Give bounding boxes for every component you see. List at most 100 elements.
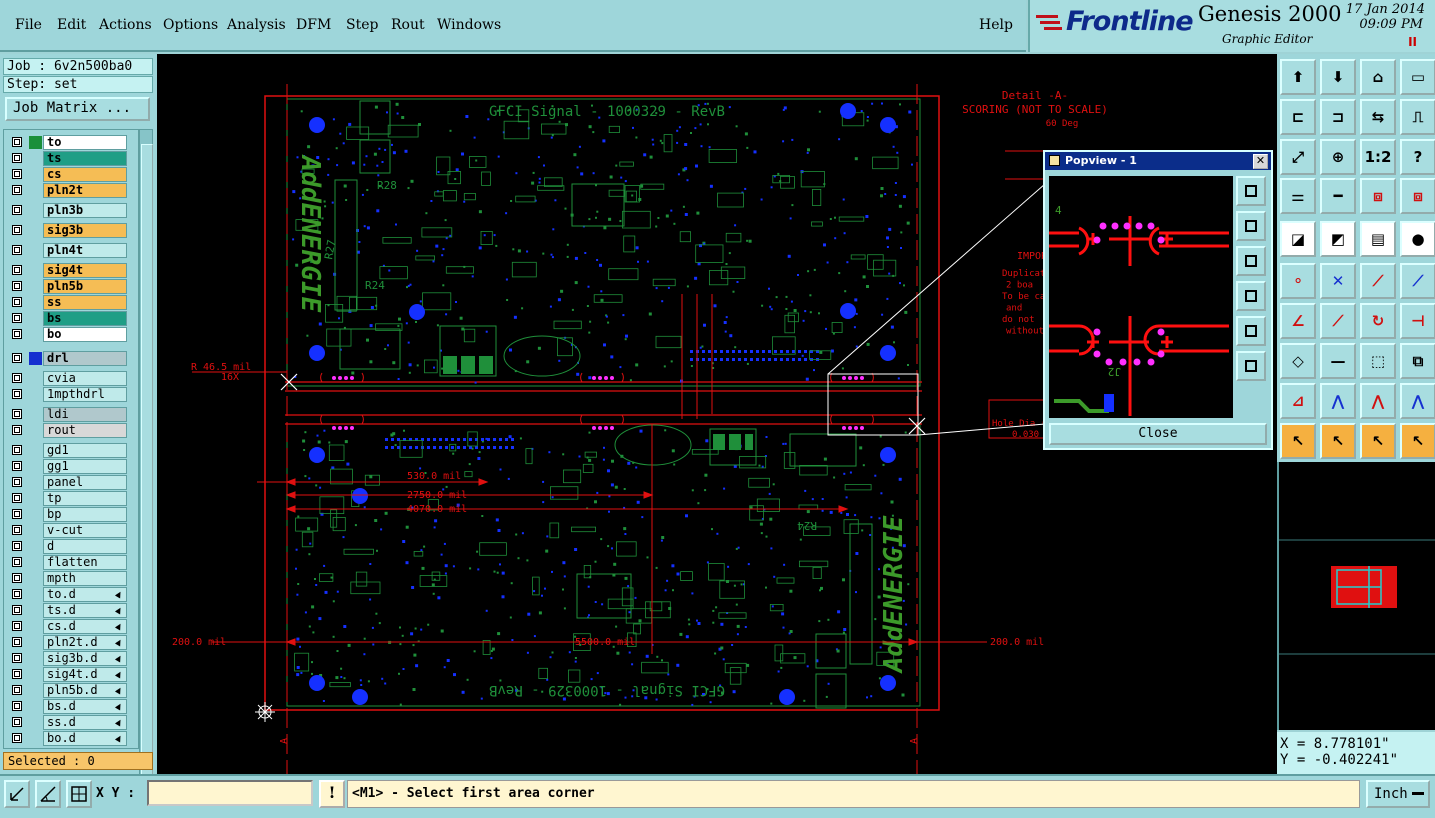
toolbar-button-26[interactable]: ⟋ [1320, 303, 1356, 339]
toolbar-button-20[interactable]: ● [1400, 221, 1435, 257]
layer-checkbox[interactable] [12, 153, 22, 163]
layer-color-swatch[interactable] [29, 388, 42, 401]
layer-row-bs[interactable]: bs [7, 311, 129, 326]
layer-row-pln2t.d[interactable]: pln2t.d ▲ [7, 635, 129, 650]
menu-analysis[interactable]: Analysis [227, 17, 286, 33]
toolbar-button-13[interactable]: ⚌ [1280, 178, 1316, 214]
toolbar-button-25[interactable]: ∠ [1280, 303, 1316, 339]
layer-checkbox[interactable] [12, 493, 22, 503]
layer-checkbox[interactable] [12, 185, 22, 195]
layer-name[interactable]: drl [43, 351, 127, 366]
toolbar-button-7[interactable]: ⇆ [1360, 99, 1396, 135]
layer-row-v-cut[interactable]: v-cut [7, 523, 129, 538]
layer-name[interactable]: ldi [43, 407, 127, 422]
popview-tool-6[interactable] [1236, 351, 1266, 381]
pause-icon[interactable]: II [1408, 35, 1417, 49]
layer-color-swatch[interactable] [29, 556, 42, 569]
warning-button[interactable]: ! [319, 780, 345, 808]
toolbar-button-23[interactable]: ⟋ [1360, 263, 1396, 299]
toolbar-button-10[interactable]: ⊕ [1320, 139, 1356, 175]
layer-row-1mpthdrl[interactable]: 1mpthdrl [7, 387, 129, 402]
layer-color-swatch[interactable] [29, 280, 42, 293]
layer-color-swatch[interactable] [29, 352, 42, 365]
layer-name[interactable]: cs.d ▲ [43, 619, 127, 634]
toolbar-button-39[interactable]: ↖ [1360, 423, 1396, 459]
layer-color-swatch[interactable] [29, 540, 42, 553]
units-dropdown[interactable]: Inch [1366, 780, 1430, 808]
layer-checkbox[interactable] [12, 205, 22, 215]
layer-checkbox[interactable] [12, 137, 22, 147]
layer-color-swatch[interactable] [29, 184, 42, 197]
layer-name[interactable]: sig4t [43, 263, 127, 278]
layer-name[interactable]: sig4t.d ▲ [43, 667, 127, 682]
toolbar-button-22[interactable]: ✕ [1320, 263, 1356, 299]
toolbar-button-3[interactable]: ⌂ [1360, 59, 1396, 95]
layer-name[interactable]: cvia [43, 371, 127, 386]
layer-color-swatch[interactable] [29, 204, 42, 217]
layer-checkbox[interactable] [12, 669, 22, 679]
layer-color-swatch[interactable] [29, 604, 42, 617]
scrollbar-thumb[interactable] [141, 144, 153, 786]
layer-color-swatch[interactable] [29, 524, 42, 537]
layer-checkbox[interactable] [12, 573, 22, 583]
layer-checkbox[interactable] [12, 701, 22, 711]
layer-row-flatten[interactable]: flatten [7, 555, 129, 570]
measure-tool-button[interactable] [35, 780, 61, 808]
popview-tool-5[interactable] [1236, 316, 1266, 346]
layer-name[interactable]: to [43, 135, 127, 150]
toolbar-button-32[interactable]: ⧉ [1400, 343, 1435, 379]
menu-file[interactable]: File [15, 17, 42, 33]
layer-name[interactable]: 1mpthdrl [43, 387, 127, 402]
layer-row-ts.d[interactable]: ts.d ▲ [7, 603, 129, 618]
popview-close-button[interactable]: Close [1049, 423, 1267, 445]
layer-color-swatch[interactable] [29, 424, 42, 437]
layer-name[interactable]: rout [43, 423, 127, 438]
toolbar-button-27[interactable]: ↻ [1360, 303, 1396, 339]
menu-step[interactable]: Step [346, 17, 378, 33]
layer-name[interactable]: bp [43, 507, 127, 522]
layer-row-to[interactable]: to [7, 135, 129, 150]
layer-name[interactable]: ss.d ▲ [43, 715, 127, 730]
layer-row-gd1[interactable]: gd1 [7, 443, 129, 458]
layer-row-ldi[interactable]: ldi [7, 407, 129, 422]
layer-color-swatch[interactable] [29, 444, 42, 457]
layer-row-cvia[interactable]: cvia [7, 371, 129, 386]
layer-checkbox[interactable] [12, 329, 22, 339]
layer-row-ss.d[interactable]: ss.d ▲ [7, 715, 129, 730]
layer-row-bp[interactable]: bp [7, 507, 129, 522]
layer-row-sig4t.d[interactable]: sig4t.d ▲ [7, 667, 129, 682]
layer-color-swatch[interactable] [29, 244, 42, 257]
layer-name[interactable]: ss [43, 295, 127, 310]
layer-color-swatch[interactable] [29, 588, 42, 601]
toolbar-button-6[interactable]: ⊐ [1320, 99, 1356, 135]
layer-checkbox[interactable] [12, 525, 22, 535]
layer-color-swatch[interactable] [29, 264, 42, 277]
layer-checkbox[interactable] [12, 373, 22, 383]
layer-row-sig3b[interactable]: sig3b [7, 223, 129, 238]
toolbar-button-11[interactable]: 1:2 [1360, 139, 1396, 175]
layer-color-swatch[interactable] [29, 652, 42, 665]
layer-name[interactable]: d [43, 539, 127, 554]
layer-checkbox[interactable] [12, 169, 22, 179]
layer-checkbox[interactable] [12, 621, 22, 631]
layer-row-cs[interactable]: cs [7, 167, 129, 182]
layer-name[interactable]: bo [43, 327, 127, 342]
toolbar-button-2[interactable]: ⬇ [1320, 59, 1356, 95]
layer-row-d[interactable]: d [7, 539, 129, 554]
layer-row-pln5b.d[interactable]: pln5b.d ▲ [7, 683, 129, 698]
popview-titlebar[interactable]: Popview - 1 ✕ [1045, 152, 1271, 170]
layer-color-swatch[interactable] [29, 732, 42, 745]
toolbar-button-37[interactable]: ↖ [1280, 423, 1316, 459]
layer-checkbox[interactable] [12, 717, 22, 727]
layer-checkbox[interactable] [12, 461, 22, 471]
layer-checkbox[interactable] [12, 653, 22, 663]
xy-input[interactable] [147, 780, 313, 806]
menu-rout[interactable]: Rout [391, 17, 425, 33]
toolbar-button-9[interactable]: ⤢ [1280, 139, 1316, 175]
layer-checkbox[interactable] [12, 541, 22, 551]
layer-color-swatch[interactable] [29, 492, 42, 505]
layer-checkbox[interactable] [12, 313, 22, 323]
layer-name[interactable]: sig3b.d ▲ [43, 651, 127, 666]
layer-checkbox[interactable] [12, 733, 22, 743]
layer-row-pln3b[interactable]: pln3b [7, 203, 129, 218]
